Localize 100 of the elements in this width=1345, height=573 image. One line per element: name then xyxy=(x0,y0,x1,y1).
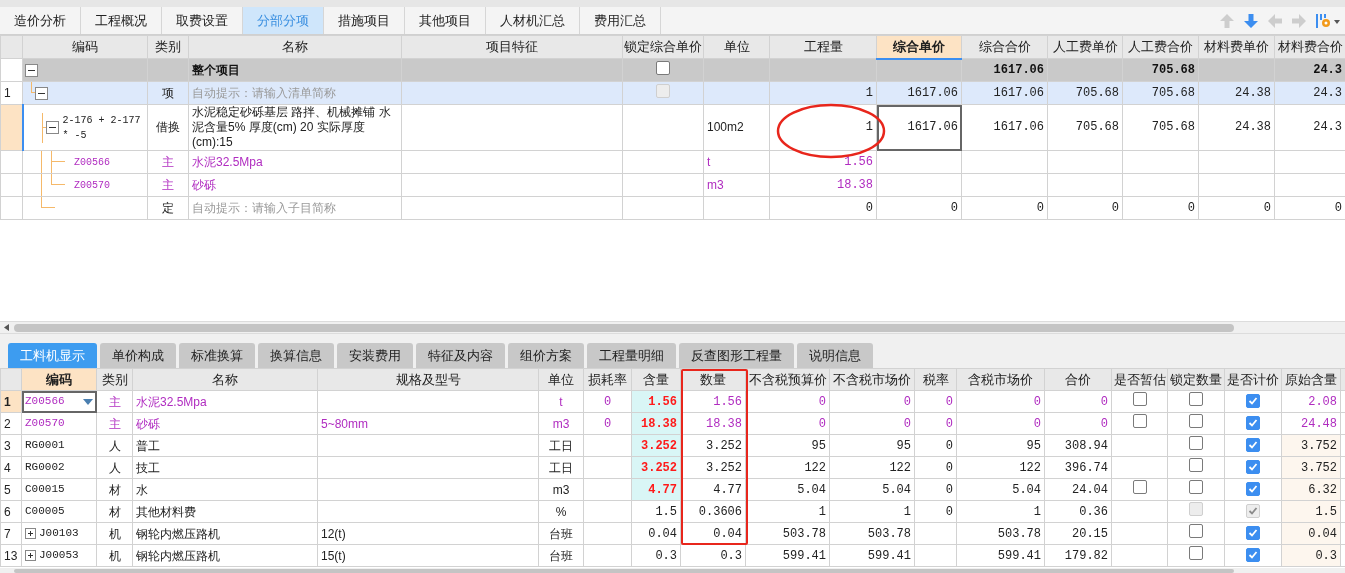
checkbox[interactable] xyxy=(1246,415,1260,430)
checkbox[interactable] xyxy=(1246,481,1260,496)
tab[interactable]: 安装费用 xyxy=(337,343,413,368)
table-cell: 项 xyxy=(147,81,189,105)
table-cell: 0 xyxy=(914,456,957,479)
table-cell: 0 xyxy=(876,196,962,220)
table-cell: 18.38 xyxy=(769,173,877,197)
column-header[interactable]: 单位 xyxy=(703,35,770,59)
tab[interactable]: 换算信息 xyxy=(258,343,334,368)
tab[interactable]: 单价构成 xyxy=(100,343,176,368)
column-header[interactable]: 编码 xyxy=(22,35,148,59)
table-cell: 20.15 xyxy=(1044,522,1112,545)
checkbox[interactable] xyxy=(1189,524,1203,538)
table-cell: 705.68 xyxy=(1047,104,1123,151)
row-number: 7 xyxy=(0,522,22,545)
tab[interactable]: 特征及内容 xyxy=(416,343,505,368)
collapse-toggle[interactable] xyxy=(35,86,48,100)
checkbox[interactable] xyxy=(1246,459,1260,474)
column-header[interactable]: 是否计价 xyxy=(1224,368,1282,391)
column-header[interactable]: 名称 xyxy=(188,35,402,59)
column-header[interactable]: 类别 xyxy=(96,368,133,391)
table-cell: 0 xyxy=(1122,196,1199,220)
column-header[interactable]: 原始含量 xyxy=(1281,368,1341,391)
checkbox[interactable] xyxy=(1189,458,1203,472)
table-cell[interactable]: 1617.06 xyxy=(876,104,962,151)
table-cell: 钢轮内燃压路机 xyxy=(132,522,318,545)
item-code: J00103 xyxy=(39,526,79,542)
column-header[interactable]: 综合单价 xyxy=(876,35,962,59)
tab[interactable]: 反查图形工程量 xyxy=(679,343,794,368)
column-header[interactable]: 损耗率 xyxy=(583,368,632,391)
column-header[interactable]: 项目特征 xyxy=(401,35,623,59)
table-cell: 0.3606 xyxy=(680,500,746,523)
tab[interactable]: 说明信息 xyxy=(797,343,873,368)
tab[interactable]: 标准换算 xyxy=(179,343,255,368)
expand-toggle[interactable] xyxy=(25,528,36,539)
column-header[interactable]: 不含税市场价 xyxy=(829,368,915,391)
column-header[interactable]: 类别 xyxy=(147,35,189,59)
column-header[interactable]: 名称 xyxy=(132,368,318,391)
checkbox[interactable] xyxy=(1132,480,1147,494)
table-cell: 0 xyxy=(956,390,1045,413)
column-header[interactable]: 人工费单价 xyxy=(1047,35,1123,59)
row-number: 2 xyxy=(0,412,22,435)
table-cell: m3 xyxy=(538,478,584,501)
column-header[interactable]: 锁定综合单价 xyxy=(622,35,704,59)
column-header[interactable]: 综合合价 xyxy=(961,35,1048,59)
collapse-toggle[interactable] xyxy=(25,63,38,77)
column-header[interactable]: 材料费合价 xyxy=(1274,35,1345,59)
table-cell: 1 xyxy=(956,500,1045,523)
column-header[interactable]: 工程量 xyxy=(769,35,877,59)
table-cell: 5~80mm xyxy=(317,412,539,435)
table-cell: 材 xyxy=(96,478,133,501)
checkbox[interactable] xyxy=(1246,393,1260,408)
checkbox[interactable] xyxy=(1246,525,1260,540)
collapse-toggle[interactable] xyxy=(45,121,59,134)
checkbox[interactable] xyxy=(1132,392,1147,406)
table-cell: 机 xyxy=(96,522,133,545)
table-cell: 0 xyxy=(956,412,1045,435)
checkbox[interactable] xyxy=(1246,437,1260,452)
item-code: 2-176 + 2-177 * -5 xyxy=(62,113,142,143)
table-cell: 24.38 xyxy=(1198,81,1275,105)
column-header[interactable]: 锁定数量 xyxy=(1167,368,1225,391)
down-arrow-icon[interactable] xyxy=(1243,12,1259,29)
table-cell: 借换 xyxy=(147,104,189,151)
settings-icon[interactable] xyxy=(1315,12,1341,29)
column-header[interactable]: 税率 xyxy=(914,368,957,391)
checkbox[interactable] xyxy=(1189,436,1203,450)
checkbox[interactable] xyxy=(656,61,670,75)
column-header[interactable]: 规格及型号 xyxy=(317,368,539,391)
column-header[interactable]: 是否暂估 xyxy=(1111,368,1168,391)
table-cell: 工日 xyxy=(538,456,584,479)
column-header[interactable]: 材料费单价 xyxy=(1198,35,1275,59)
column-header[interactable]: 不含税预算价 xyxy=(745,368,830,391)
table-cell: 100m2 xyxy=(703,104,770,151)
checkbox[interactable] xyxy=(1246,547,1260,562)
scrollbar-thumb[interactable] xyxy=(14,323,1234,332)
table-cell: 0 xyxy=(914,412,957,435)
checkbox[interactable] xyxy=(1189,546,1203,560)
tab[interactable]: 组价方案 xyxy=(508,343,584,368)
column-header[interactable]: 合价 xyxy=(1044,368,1112,391)
column-header[interactable]: 编码 xyxy=(21,368,97,391)
checkbox[interactable] xyxy=(1132,414,1147,428)
scroll-left-icon[interactable] xyxy=(4,324,9,331)
column-header[interactable]: 人工费合价 xyxy=(1122,35,1199,59)
table-cell: 砂砾 xyxy=(132,412,318,435)
dropdown-caret-icon[interactable] xyxy=(83,398,93,405)
table-cell: 24.38 xyxy=(1198,104,1275,151)
expand-toggle[interactable] xyxy=(25,550,36,561)
row-number: 13 xyxy=(0,544,22,567)
row-number: 1 xyxy=(0,81,23,105)
column-header[interactable]: 含税市场价 xyxy=(956,368,1045,391)
row-number: 4 xyxy=(0,456,22,479)
scrollbar-thumb[interactable] xyxy=(14,568,1234,573)
checkbox[interactable] xyxy=(1189,392,1203,406)
tab[interactable]: 工程量明细 xyxy=(587,343,676,368)
checkbox[interactable] xyxy=(1189,414,1203,428)
checkbox[interactable] xyxy=(1189,480,1203,494)
table-cell: 0 xyxy=(1044,412,1112,435)
table-cell: 钢轮内燃压路机 xyxy=(132,544,318,567)
column-header[interactable]: 单位 xyxy=(538,368,584,391)
column-header[interactable]: 含量 xyxy=(631,368,681,391)
